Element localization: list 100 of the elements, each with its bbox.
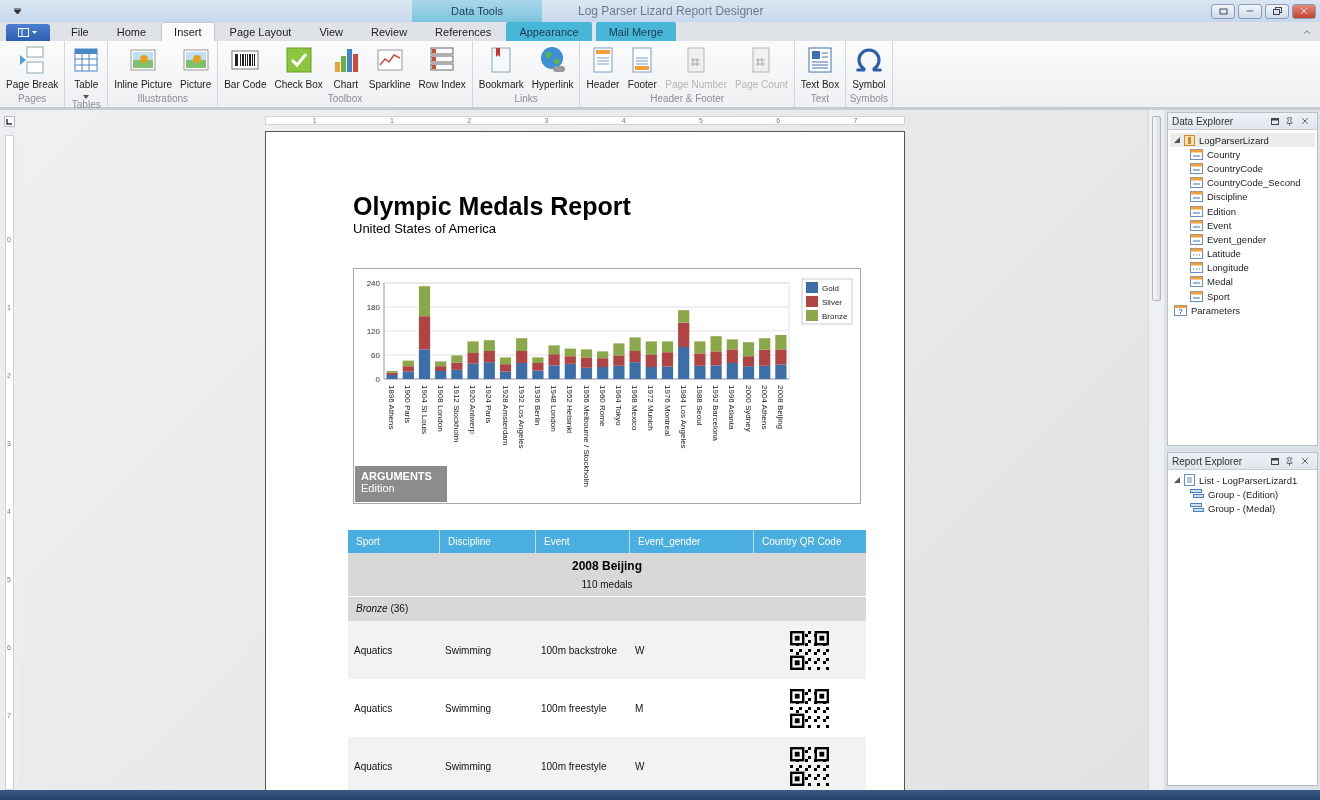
bar (661, 366, 674, 379)
table-cell-text: Aquatics (353, 760, 394, 772)
ribbon-tab[interactable]: View (306, 22, 357, 41)
tree-item[interactable]: Medal (1170, 274, 1315, 290)
tree-item[interactable]: LogParserLizard (1170, 133, 1315, 148)
ribbon-tab[interactable]: Page Layout (216, 22, 305, 41)
bar (726, 363, 738, 379)
tree-item[interactable]: CountryCode (1170, 161, 1315, 176)
close-icon (1299, 6, 1309, 16)
axis-label: 1952 Helsinki (565, 385, 575, 434)
tree-item[interactable]: Group - (Medal) (1170, 501, 1315, 516)
tree-item[interactable]: Event_gender (1170, 232, 1315, 247)
checkbox-icon (283, 45, 314, 75)
bar (710, 365, 722, 379)
axis-label: 1956 Melbourne / Stockholm (581, 385, 591, 487)
bar (775, 335, 787, 350)
bar (483, 340, 495, 351)
axis-label: 1920 Antwerp (468, 385, 478, 434)
ribbon-button[interactable]: Hyperlink (528, 45, 577, 93)
bar (580, 349, 593, 358)
ribbon-tab[interactable]: File (58, 22, 102, 41)
group-icon (1190, 503, 1204, 514)
list-icon (1184, 474, 1195, 487)
text-field-icon (1190, 191, 1203, 203)
axis-label: 2008 Beijing (775, 385, 785, 430)
ribbon-button[interactable]: Header (583, 45, 623, 93)
axis-label: 1984 Los Angeles (678, 385, 688, 449)
ribbon-button[interactable]: Bar Code (221, 45, 270, 93)
axis-label: 1932 Los Angeles (516, 385, 526, 449)
axis-label: 1976 Montreal (662, 385, 672, 437)
table-cell-text: M (634, 702, 645, 714)
contextual-tab[interactable]: Appearance (506, 22, 592, 41)
contextual-tab[interactable]: Mail Merge (595, 22, 677, 41)
axis-label: 1972 Munich (646, 385, 656, 431)
bar (516, 363, 528, 379)
bar (613, 355, 625, 366)
tree-item[interactable]: Latitude (1170, 246, 1315, 261)
vertical-scrollbar[interactable] (1148, 110, 1164, 790)
bar (645, 355, 657, 367)
tree-item[interactable]: Event (1170, 218, 1315, 233)
bar (597, 358, 609, 367)
bar (629, 351, 641, 363)
customize-menu-icon[interactable] (14, 8, 21, 14)
tree-item[interactable]: Sport (1170, 289, 1315, 304)
menu-icon (18, 28, 38, 37)
tree-item[interactable]: Longitude (1170, 260, 1315, 275)
expanded-arrow-icon[interactable] (1174, 477, 1180, 484)
bar (532, 370, 544, 379)
ribbon-button[interactable]: Inline Picture (111, 45, 176, 93)
bar (483, 362, 495, 379)
text-field-icon (1190, 148, 1203, 160)
bar (759, 365, 771, 379)
tree-item[interactable]: Parameters (1170, 303, 1315, 318)
ribbon-button[interactable]: Text Box (797, 45, 843, 93)
group-label: Links (513, 93, 539, 106)
ribbon-button[interactable]: Footer (624, 45, 661, 93)
group-icon (1190, 489, 1204, 500)
group-label: Illustrations (136, 93, 189, 106)
ribbon-button[interactable]: Sparkline (365, 45, 414, 93)
fullscreen-button[interactable] (1211, 3, 1235, 19)
ribbon-button[interactable]: Chart (327, 45, 364, 93)
ribbon-button[interactable]: Row Index (415, 45, 469, 93)
table-cell-text: W (634, 760, 646, 772)
tree-item[interactable]: Discipline (1170, 189, 1315, 204)
parameters-icon (1174, 304, 1187, 316)
panel-title: Data Explorer (1172, 115, 1235, 127)
ribbon-button[interactable]: Check Box (271, 45, 326, 93)
ribbon-tab[interactable]: Review (358, 22, 421, 41)
ribbon-button[interactable]: Symbol (849, 45, 889, 93)
tree-item[interactable]: List - LogParserLizard1 (1170, 473, 1315, 488)
restore-button[interactable] (1265, 3, 1289, 19)
subgroup-title: Bronze (36) (356, 603, 409, 614)
restore-icon[interactable] (1268, 117, 1282, 125)
axis-label: 1968 Mexico (630, 385, 640, 431)
ribbon-button[interactable]: Bookmark (475, 45, 527, 93)
ribbon-button[interactable]: Table (68, 45, 105, 99)
tree-item[interactable]: Country (1170, 147, 1315, 162)
ribbon-button[interactable]: Picture (177, 45, 215, 93)
bar (548, 365, 560, 379)
restore-icon[interactable] (1268, 457, 1282, 465)
ribbon-button[interactable]: Page Break (3, 45, 62, 93)
tab-stop-icon[interactable] (3, 116, 15, 127)
tree-item[interactable]: Group - (Edition) (1170, 487, 1315, 502)
ribbon-tab[interactable]: References (422, 22, 505, 41)
bar (483, 351, 495, 363)
ribbon-tab[interactable]: Home (103, 22, 160, 41)
application-menu-button[interactable] (6, 24, 50, 41)
axis-tick-label: 0 (375, 375, 380, 384)
axis-tick-label: 240 (366, 279, 380, 288)
bar (694, 341, 706, 354)
close-button[interactable] (1292, 3, 1316, 19)
expanded-arrow-icon[interactable] (1174, 137, 1180, 144)
axis-label: 1964 Tokyo (613, 385, 623, 426)
ribbon-tab[interactable]: Insert (161, 22, 215, 41)
axis-label: 1928 Amsterdam (500, 385, 510, 446)
tree-item[interactable]: CountryCode_Second (1170, 175, 1315, 190)
axis-tick-label: 120 (366, 327, 380, 336)
tree-item[interactable]: Edition (1170, 203, 1315, 219)
axis-label: 1992 Barcelona (711, 385, 721, 442)
bar (580, 357, 593, 368)
